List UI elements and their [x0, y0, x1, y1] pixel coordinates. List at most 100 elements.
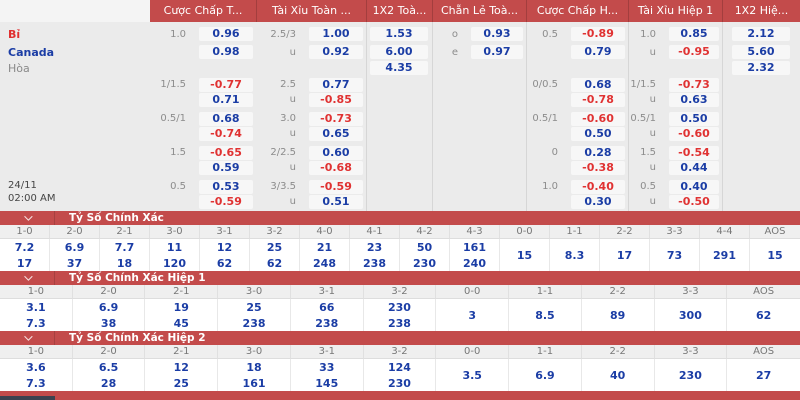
odds-value-button[interactable]: 0.50: [669, 112, 719, 126]
score-odds-button[interactable]: 62: [727, 299, 800, 331]
odds-value-button[interactable]: -0.59: [199, 195, 253, 209]
score-odds-button[interactable]: 25: [218, 299, 291, 315]
odds-value-button[interactable]: -0.74: [199, 127, 253, 141]
odds-value-button[interactable]: 0.28: [571, 146, 625, 160]
score-odds-button[interactable]: 25: [250, 239, 300, 255]
odds-value-button[interactable]: 0.40: [669, 180, 719, 194]
odds-value-button[interactable]: 0.59: [199, 161, 253, 175]
score-odds-button[interactable]: 238: [291, 315, 364, 331]
odds-value-button[interactable]: 2.12: [732, 27, 790, 41]
score-odds-button[interactable]: 230: [655, 359, 728, 391]
score-odds-button[interactable]: 38: [73, 315, 146, 331]
odds-value-button[interactable]: 2.32: [732, 61, 790, 75]
score-odds-button[interactable]: 3: [436, 299, 509, 331]
odds-value-button[interactable]: 0.30: [571, 195, 625, 209]
score-odds-button[interactable]: 230: [364, 299, 437, 315]
odds-value-button[interactable]: 6.00: [370, 45, 428, 59]
odds-value-button[interactable]: -0.77: [199, 78, 253, 92]
score-odds-button[interactable]: 62: [250, 255, 300, 271]
score-odds-button[interactable]: 8.5: [509, 299, 582, 331]
odds-value-button[interactable]: -0.95: [669, 45, 719, 59]
odds-value-button[interactable]: 0.71: [199, 93, 253, 107]
odds-value-button[interactable]: 1.53: [370, 27, 428, 41]
score-odds-button[interactable]: 120: [150, 255, 200, 271]
score-odds-button[interactable]: 27: [727, 359, 800, 391]
score-odds-button[interactable]: 7.3: [0, 315, 73, 331]
collapse-toggle[interactable]: [0, 331, 55, 345]
score-odds-button[interactable]: 25: [145, 375, 218, 391]
score-odds-button[interactable]: 11: [150, 239, 200, 255]
section-header-bar[interactable]: Tỷ Số Chính Xác: [0, 211, 800, 225]
score-odds-button[interactable]: 89: [582, 299, 655, 331]
odds-value-button[interactable]: -0.59: [309, 180, 363, 194]
collapse-toggle[interactable]: [0, 271, 55, 285]
score-odds-button[interactable]: 37: [50, 255, 100, 271]
score-odds-button[interactable]: 23: [350, 239, 400, 255]
score-odds-button[interactable]: 6.9: [50, 239, 100, 255]
score-odds-button[interactable]: 291: [700, 239, 750, 271]
odds-value-button[interactable]: -0.85: [309, 93, 363, 107]
odds-value-button[interactable]: -0.54: [669, 146, 719, 160]
score-odds-button[interactable]: 230: [364, 375, 437, 391]
odds-value-button[interactable]: -0.73: [309, 112, 363, 126]
score-odds-button[interactable]: 73: [650, 239, 700, 271]
score-odds-button[interactable]: 7.7: [100, 239, 150, 255]
score-odds-button[interactable]: 6.9: [509, 359, 582, 391]
score-odds-button[interactable]: 161: [218, 375, 291, 391]
score-odds-button[interactable]: 17: [0, 255, 50, 271]
odds-value-button[interactable]: -0.60: [669, 127, 719, 141]
score-odds-button[interactable]: 3.5: [436, 359, 509, 391]
odds-value-button[interactable]: 0.53: [199, 180, 253, 194]
score-odds-button[interactable]: 15: [500, 239, 550, 271]
score-odds-button[interactable]: 145: [291, 375, 364, 391]
score-odds-button[interactable]: 17: [600, 239, 650, 271]
odds-value-button[interactable]: -0.65: [199, 146, 253, 160]
odds-value-button[interactable]: -0.89: [571, 27, 625, 41]
score-odds-button[interactable]: 238: [350, 255, 400, 271]
score-odds-button[interactable]: 50: [400, 239, 450, 255]
score-odds-button[interactable]: 28: [73, 375, 146, 391]
collapse-toggle[interactable]: [0, 211, 55, 225]
score-odds-button[interactable]: 40: [582, 359, 655, 391]
odds-value-button[interactable]: 0.77: [309, 78, 363, 92]
score-odds-button[interactable]: 62: [200, 255, 250, 271]
odds-value-button[interactable]: 0.96: [199, 27, 253, 41]
score-odds-button[interactable]: 300: [655, 299, 728, 331]
odds-value-button[interactable]: 0.92: [309, 45, 363, 59]
score-odds-button[interactable]: 238: [218, 315, 291, 331]
score-odds-button[interactable]: 6.5: [73, 359, 146, 375]
odds-value-button[interactable]: 1.00: [309, 27, 363, 41]
odds-value-button[interactable]: 0.85: [669, 27, 719, 41]
odds-value-button[interactable]: -0.73: [669, 78, 719, 92]
score-odds-button[interactable]: 6.9: [73, 299, 146, 315]
score-odds-button[interactable]: 3.6: [0, 359, 73, 375]
odds-value-button[interactable]: -0.40: [571, 180, 625, 194]
odds-value-button[interactable]: 0.44: [669, 161, 719, 175]
section-header-bar[interactable]: Tỷ Số Chính Xác Hiệp 2: [0, 331, 800, 345]
section-header-bar[interactable]: Tỷ Số Chính Xác Hiệp 1: [0, 271, 800, 285]
score-odds-button[interactable]: 19: [145, 299, 218, 315]
score-odds-button[interactable]: 45: [145, 315, 218, 331]
score-odds-button[interactable]: 21: [300, 239, 350, 255]
score-odds-button[interactable]: 12: [200, 239, 250, 255]
odds-value-button[interactable]: -0.50: [669, 195, 719, 209]
odds-value-button[interactable]: 0.93: [471, 27, 523, 41]
score-odds-button[interactable]: 15: [750, 239, 800, 271]
score-odds-button[interactable]: 124: [364, 359, 437, 375]
score-odds-button[interactable]: 33: [291, 359, 364, 375]
odds-value-button[interactable]: 0.60: [309, 146, 363, 160]
score-odds-button[interactable]: 12: [145, 359, 218, 375]
odds-value-button[interactable]: 0.65: [309, 127, 363, 141]
score-odds-button[interactable]: 18: [218, 359, 291, 375]
score-odds-button[interactable]: 7.3: [0, 375, 73, 391]
score-odds-button[interactable]: 3.1: [0, 299, 73, 315]
odds-value-button[interactable]: 0.98: [199, 45, 253, 59]
odds-value-button[interactable]: -0.38: [571, 161, 625, 175]
odds-value-button[interactable]: 0.68: [571, 78, 625, 92]
odds-value-button[interactable]: 4.35: [370, 61, 428, 75]
odds-value-button[interactable]: -0.68: [309, 161, 363, 175]
odds-value-button[interactable]: 5.60: [732, 45, 790, 59]
score-odds-button[interactable]: 8.3: [550, 239, 600, 271]
odds-value-button[interactable]: -0.60: [571, 112, 625, 126]
score-odds-button[interactable]: 238: [364, 315, 437, 331]
